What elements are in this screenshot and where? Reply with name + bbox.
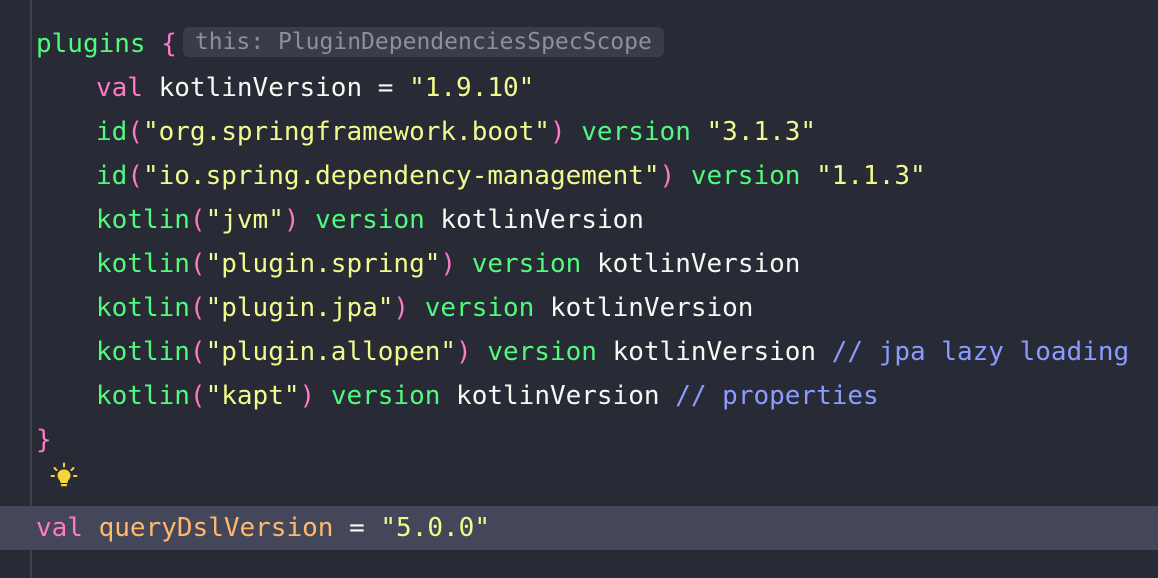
version-variable[interactable]: kotlinVersion: [440, 205, 644, 235]
lightbulb-icon[interactable]: [50, 462, 78, 490]
close-paren: ): [659, 161, 676, 191]
open-paren: (: [189, 293, 206, 323]
string-literal: "1.9.10": [409, 73, 535, 103]
code-line-6[interactable]: kotlin("plugin.spring") version kotlinVe…: [36, 242, 800, 286]
open-paren: (: [189, 205, 206, 235]
code-line-8[interactable]: kotlin("plugin.allopen") version kotlinV…: [36, 330, 1129, 374]
code-editor[interactable]: plugins {this: PluginDependenciesSpecSco…: [0, 0, 1158, 578]
assign-operator: =: [362, 73, 410, 103]
kotlin-function[interactable]: kotlin: [96, 293, 190, 323]
val-keyword: val: [96, 73, 143, 103]
plugin-id-string: "jvm": [205, 205, 284, 235]
plugin-id-string: "plugin.allopen": [205, 337, 457, 367]
version-variable[interactable]: kotlinVersion: [550, 293, 754, 323]
kotlin-function[interactable]: kotlin: [96, 381, 190, 411]
string-literal: "5.0.0": [380, 513, 490, 543]
variable-name[interactable]: queryDslVersion: [99, 513, 334, 543]
gutter-divider: [30, 0, 32, 578]
version-keyword[interactable]: version: [581, 117, 691, 147]
version-keyword[interactable]: version: [315, 205, 425, 235]
close-brace: }: [36, 425, 52, 455]
plugins-function[interactable]: plugins: [36, 29, 146, 59]
code-line-5[interactable]: kotlin("jvm") version kotlinVersion: [36, 198, 644, 242]
version-keyword[interactable]: version: [472, 249, 582, 279]
plugin-id-string: "org.springframework.boot": [142, 117, 550, 147]
code-line-1[interactable]: plugins {this: PluginDependenciesSpecSco…: [36, 22, 664, 66]
code-line-7[interactable]: kotlin("plugin.jpa") version kotlinVersi…: [36, 286, 753, 330]
code-line-2[interactable]: val kotlinVersion = "1.9.10": [36, 66, 534, 110]
code-line-9[interactable]: kotlin("kapt") version kotlinVersion // …: [36, 374, 879, 418]
version-variable[interactable]: kotlinVersion: [597, 249, 801, 279]
code-line-4[interactable]: id("io.spring.dependency-management") ve…: [36, 154, 926, 198]
open-paren: (: [189, 337, 206, 367]
open-brace: {: [161, 29, 177, 59]
version-keyword[interactable]: version: [331, 381, 441, 411]
id-function[interactable]: id: [96, 117, 127, 147]
open-paren: (: [127, 161, 143, 191]
id-function[interactable]: id: [96, 161, 127, 191]
kotlin-function[interactable]: kotlin: [96, 249, 190, 279]
code-line-3[interactable]: id("org.springframework.boot") version "…: [36, 110, 816, 154]
plugin-id-string: "plugin.jpa": [205, 293, 394, 323]
version-variable[interactable]: kotlinVersion: [613, 337, 817, 367]
assign-operator: =: [333, 513, 381, 543]
close-paren: ): [456, 337, 472, 367]
close-paren: ): [549, 117, 566, 147]
version-variable[interactable]: kotlinVersion: [456, 381, 660, 411]
code-line-10[interactable]: }: [36, 418, 52, 462]
version-string: "3.1.3": [706, 117, 817, 147]
val-keyword: val: [36, 513, 83, 543]
close-paren: ): [283, 205, 300, 235]
kotlin-function[interactable]: kotlin: [96, 205, 190, 235]
open-paren: (: [127, 117, 143, 147]
open-paren: (: [189, 381, 206, 411]
close-paren: ): [393, 293, 410, 323]
close-paren: ): [299, 381, 316, 411]
version-string: "1.1.3": [816, 161, 926, 191]
plugin-id-string: "io.spring.dependency-management": [142, 161, 660, 191]
line-comment: // jpa lazy loading: [831, 337, 1130, 367]
kotlin-function[interactable]: kotlin: [96, 337, 190, 367]
plugin-id-string: "kapt": [205, 381, 300, 411]
code-line-12[interactable]: val queryDslVersion = "5.0.0": [36, 506, 490, 550]
version-keyword[interactable]: version: [487, 337, 597, 367]
inlay-type-hint: this: PluginDependenciesSpecScope: [182, 27, 664, 57]
close-paren: ): [440, 249, 457, 279]
version-keyword[interactable]: version: [691, 161, 801, 191]
version-keyword[interactable]: version: [425, 293, 535, 323]
line-comment: // properties: [675, 381, 879, 411]
open-paren: (: [189, 249, 206, 279]
variable-name[interactable]: kotlinVersion: [159, 73, 363, 103]
plugin-id-string: "plugin.spring": [205, 249, 441, 279]
